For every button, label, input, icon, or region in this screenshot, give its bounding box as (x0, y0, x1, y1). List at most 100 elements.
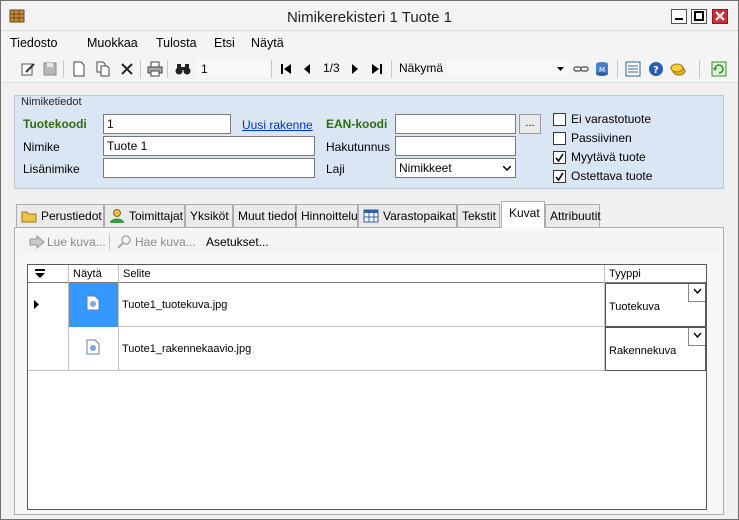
ei-varastotuote-checkbox[interactable] (553, 113, 566, 126)
save-icon[interactable] (42, 61, 58, 77)
link-icon[interactable] (573, 61, 589, 77)
minimize-icon (675, 18, 683, 20)
ei-varastotuote-label: Ei varastotuote (571, 112, 652, 126)
chevron-down-icon (692, 288, 702, 295)
search-input[interactable]: 1 (197, 59, 269, 78)
hakutunnus-label: Hakutunnus (326, 140, 391, 154)
minimize-button[interactable] (671, 9, 687, 24)
tuotekoodi-input[interactable]: 1 (103, 114, 231, 134)
tab-varastopaikat[interactable]: Varastopaikat (358, 204, 457, 227)
print-icon[interactable] (147, 61, 163, 77)
last-record-icon[interactable] (369, 61, 385, 77)
lue-kuva-button[interactable]: Lue kuva... (47, 235, 106, 249)
tab-toimittajat[interactable]: Toimittajat (104, 204, 185, 227)
ean-browse-button[interactable]: ... (519, 114, 541, 134)
column-header-tyyppi[interactable]: Tyyppi (605, 265, 706, 283)
ostettava-tuote-checkbox[interactable] (553, 170, 566, 183)
hae-kuva-button[interactable]: Hae kuva... (135, 235, 196, 249)
tab-label: Tekstit (462, 209, 497, 223)
menu-nayta[interactable]: Näytä (251, 36, 284, 50)
uusi-rakenne-link[interactable]: Uusi rakenne (242, 118, 313, 132)
tab-yksikot[interactable]: Yksiköt (185, 204, 233, 227)
binoculars-icon[interactable] (175, 61, 191, 77)
images-grid: Näytä Selite Tyyppi Tuote1_tuotekuva.jpg… (27, 264, 707, 510)
table-row[interactable]: Tuote1_rakennekaavio.jpg Rakennekuva (28, 327, 706, 371)
read-image-icon (29, 235, 45, 249)
menu-muokkaa[interactable]: Muokkaa (87, 36, 138, 50)
tab-hinnoittelu[interactable]: Hinnoittelu (296, 204, 358, 227)
close-icon (715, 11, 725, 21)
lisanimike-label: Lisänimike (23, 162, 80, 176)
main-toolbar: 1 1/3 Näkymä M ? (1, 55, 738, 83)
image-file-icon (86, 295, 100, 311)
tab-kuvat[interactable]: Kuvat (501, 201, 545, 228)
menu-tiedosto[interactable]: Tiedosto (10, 36, 57, 50)
tyyppi-dropdown-button[interactable] (688, 284, 705, 302)
folder-icon (21, 211, 37, 223)
table-row[interactable]: Tuote1_tuotekuva.jpg Tuotekuva (28, 283, 706, 327)
asetukset-button[interactable]: Asetukset... (206, 235, 269, 249)
app-window: Nimikerekisteri 1 Tuote 1 Tiedosto Muokk… (0, 0, 739, 520)
passiivinen-label: Passiivinen (571, 131, 632, 145)
lisanimike-input[interactable] (103, 158, 315, 178)
next-record-icon[interactable] (347, 61, 363, 77)
menu-bar: Tiedosto Muokkaa Tulosta Etsi Näytä (1, 32, 738, 54)
row-selector[interactable] (28, 283, 69, 327)
checkmark-icon (555, 172, 564, 182)
edit-icon[interactable] (20, 61, 36, 77)
copy-icon[interactable] (95, 61, 111, 77)
view-select[interactable] (447, 59, 569, 78)
coins-icon[interactable] (670, 61, 686, 77)
current-row-arrow-icon (34, 300, 39, 309)
tab-label: Hinnoittelu (301, 209, 358, 223)
database-icon[interactable]: M (594, 61, 610, 77)
tab-attribuutit[interactable]: Attribuutit (545, 204, 601, 227)
hakutunnus-input[interactable] (395, 136, 516, 156)
group-caption: Nimiketiedot (21, 96, 82, 108)
column-chooser[interactable] (28, 265, 69, 283)
tab-perustiedot[interactable]: Perustiedot (16, 204, 104, 227)
myytava-tuote-checkbox[interactable] (553, 151, 566, 164)
toolbar-separator (109, 234, 110, 250)
list-view-icon[interactable] (625, 61, 641, 77)
image-preview-cell[interactable] (69, 283, 119, 327)
maximize-button[interactable] (691, 9, 707, 24)
search-image-icon (117, 235, 131, 249)
title-bar: Nimikerekisteri 1 Tuote 1 (1, 1, 738, 31)
close-button[interactable] (712, 9, 728, 24)
person-icon (110, 209, 124, 223)
image-preview-cell[interactable] (69, 327, 119, 371)
refresh-icon[interactable] (711, 61, 727, 77)
tyyppi-dropdown[interactable]: Rakennekuva (605, 327, 706, 371)
menu-tulosta[interactable]: Tulosta (156, 36, 197, 50)
first-record-icon[interactable] (278, 61, 294, 77)
tab-tekstit[interactable]: Tekstit (457, 204, 500, 227)
maximize-icon (694, 11, 704, 21)
toolbar-separator (391, 60, 392, 78)
selite-cell[interactable]: Tuote1_rakennekaavio.jpg (119, 327, 605, 371)
row-selector[interactable] (28, 327, 69, 371)
delete-icon[interactable] (119, 61, 135, 77)
tyyppi-dropdown[interactable]: Tuotekuva (605, 283, 706, 327)
tyyppi-value: Rakennekuva (609, 345, 677, 357)
previous-record-icon[interactable] (299, 61, 315, 77)
tyyppi-dropdown-button[interactable] (688, 328, 705, 346)
selite-cell[interactable]: Tuote1_tuotekuva.jpg (119, 283, 605, 327)
ean-input[interactable] (395, 114, 516, 134)
laji-select[interactable]: Nimikkeet (395, 158, 516, 178)
column-header-nayta[interactable]: Näytä (69, 265, 119, 283)
column-header-selite[interactable]: Selite (119, 265, 605, 283)
new-document-icon[interactable] (71, 61, 87, 77)
nimike-input[interactable]: Tuote 1 (103, 136, 315, 156)
menu-etsi[interactable]: Etsi (214, 36, 235, 50)
help-icon[interactable]: ? (648, 61, 664, 77)
column-chooser-icon (35, 269, 45, 278)
myytava-tuote-label: Myytävä tuote (571, 150, 646, 164)
tab-label: Muut tiedot (238, 209, 298, 223)
chevron-down-icon (503, 166, 511, 171)
image-file-icon (86, 339, 100, 355)
tab-label: Kuvat (509, 206, 540, 220)
toolbar-separator (140, 60, 141, 78)
tab-muut-tiedot[interactable]: Muut tiedot (233, 204, 298, 227)
passiivinen-checkbox[interactable] (553, 132, 566, 145)
